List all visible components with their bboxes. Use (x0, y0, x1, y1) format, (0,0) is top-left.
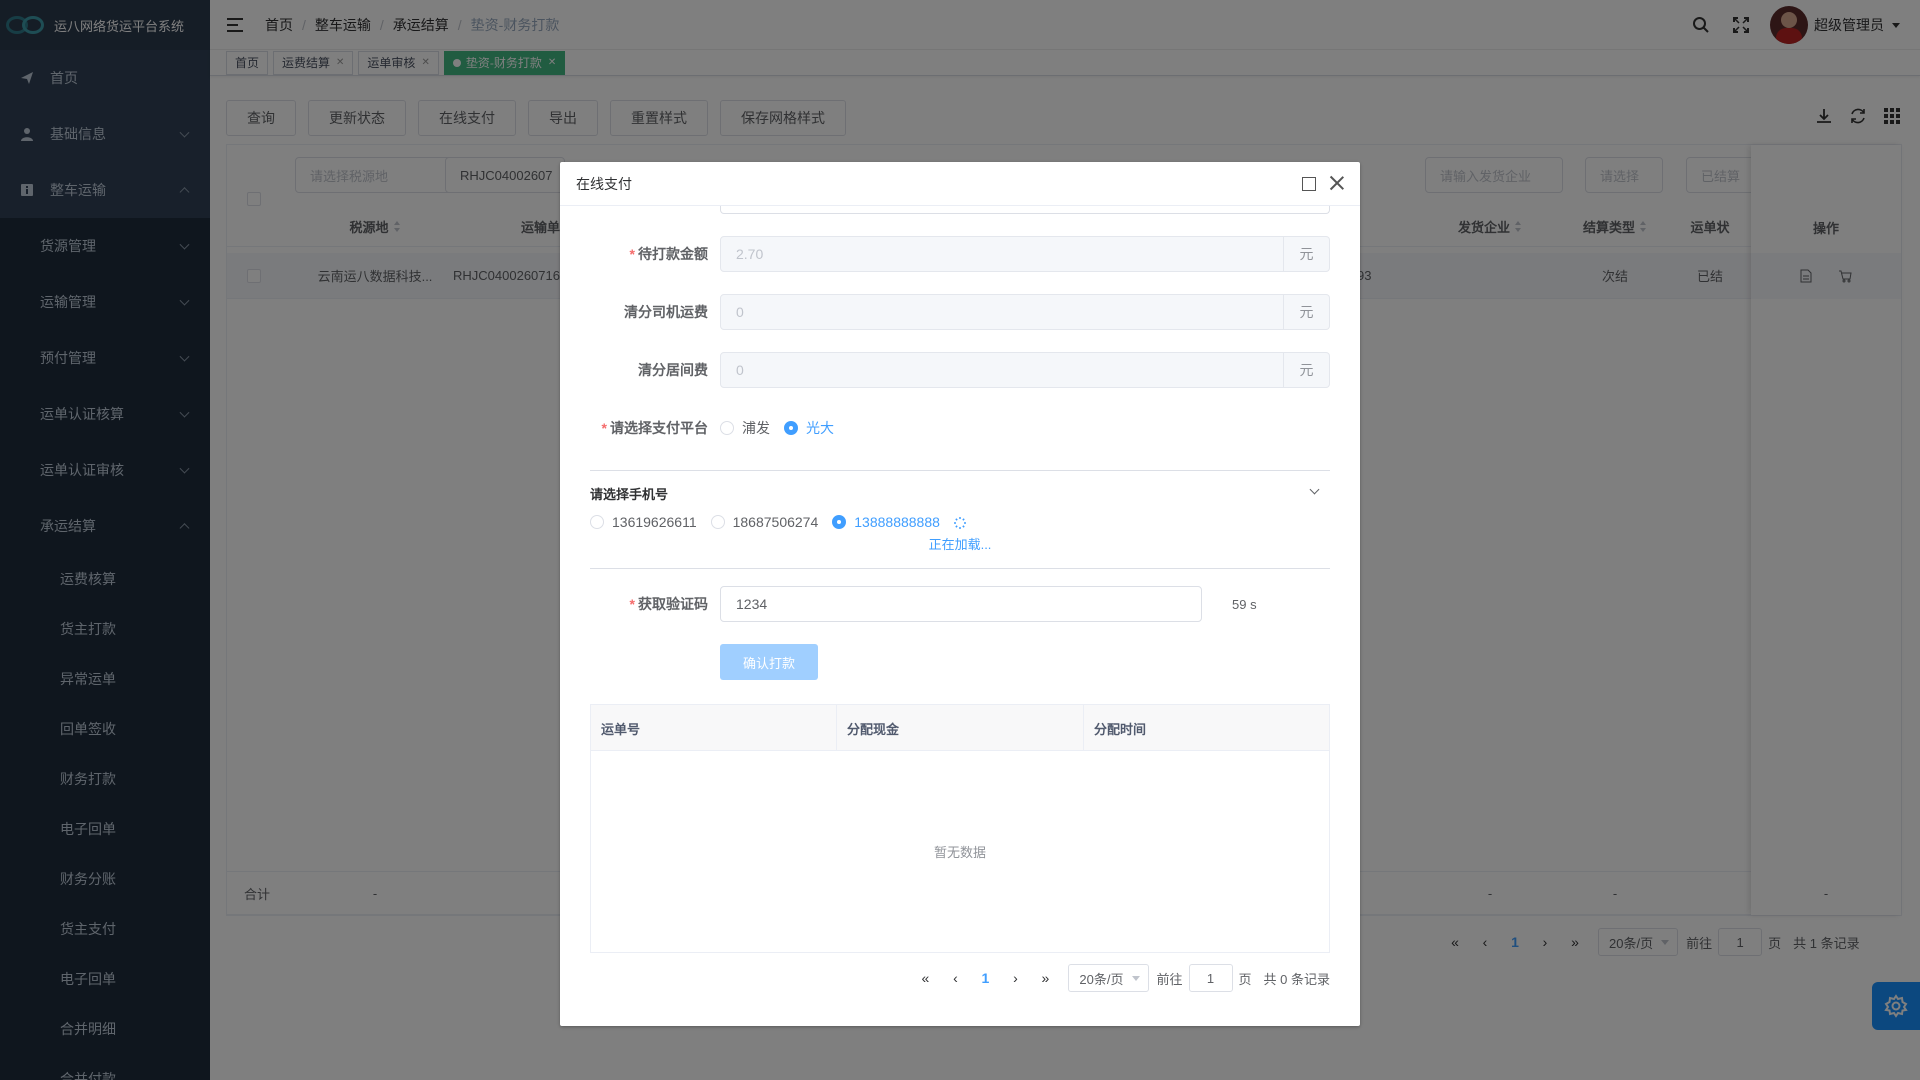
label-text: 请选择支付平台 (610, 420, 708, 436)
goto-page-input[interactable]: 1 (1188, 964, 1233, 992)
platform-radio-group: 浦发 光大 (720, 418, 848, 438)
radio-circle (784, 421, 798, 435)
amount-unit: 元 (1284, 236, 1330, 272)
radio-label: 光大 (806, 420, 834, 436)
last-page-icon[interactable]: » (1030, 970, 1060, 986)
broker-fee-unit: 元 (1284, 352, 1330, 388)
platform-radio-ceb[interactable]: 光大 (784, 418, 834, 438)
platform-row: * 请选择支付平台 浦发 光大 (560, 410, 1360, 446)
loading-text: 正在加载... (928, 537, 992, 552)
code-row: * 获取验证码 1234 59 s (560, 586, 1360, 622)
close-icon[interactable] (1328, 174, 1346, 192)
loading-indicator: 正在加载... (560, 516, 1360, 553)
required-mark: * (629, 596, 635, 612)
radio-label: 浦发 (742, 420, 770, 436)
broker-fee-label: 清分居间费 (638, 362, 708, 378)
page-number[interactable]: 1 (970, 970, 1000, 986)
goto-label: 前往 (1156, 971, 1183, 987)
first-page-icon[interactable]: « (910, 970, 940, 986)
driver-fee-label: 清分司机运费 (624, 304, 708, 320)
broker-fee-input-group: 0 元 (720, 352, 1330, 388)
col-allocated-cash: 分配现金 (837, 705, 1084, 751)
amount-input[interactable]: 2.70 (720, 236, 1284, 272)
radio-circle (720, 421, 734, 435)
verification-code-input[interactable]: 1234 (720, 586, 1202, 622)
driver-fee-input-group: 0 元 (720, 294, 1330, 330)
driver-fee-row: 清分司机运费 0 元 (560, 294, 1360, 330)
empty-text: 暂无数据 (933, 845, 986, 860)
scrolled-input-edge (720, 206, 1330, 214)
code-label: * 获取验证码 (560, 594, 708, 614)
divider (590, 568, 1330, 569)
broker-fee-input[interactable]: 0 (720, 352, 1284, 388)
table-header: 运单号 分配现金 分配时间 (591, 705, 1329, 751)
divider (590, 470, 1330, 471)
col-waybill-no: 运单号 (591, 705, 837, 751)
driver-fee-input[interactable]: 0 (720, 294, 1284, 330)
dialog-header: 在线支付 (560, 162, 1360, 206)
page-unit-label: 页 (1238, 971, 1252, 987)
maximize-icon[interactable] (1302, 177, 1316, 191)
col-allocated-time: 分配时间 (1094, 721, 1147, 737)
amount-input-group: 2.70 元 (720, 236, 1330, 272)
chevron-down-icon[interactable] (1309, 484, 1320, 495)
label-text: 获取验证码 (638, 596, 708, 612)
online-pay-dialog: 在线支付 * 待打款金额 2.70 元 清分司机运费 0 元 清分居间费 0 元… (560, 162, 1360, 1026)
dialog-pagination: « ‹ 1 › » 20条/页 前往 1 页 共 0 条记录 (910, 964, 1330, 992)
platform-radio-spdb[interactable]: 浦发 (720, 418, 770, 438)
dialog-title: 在线支付 (576, 175, 632, 192)
page-size-select[interactable]: 20条/页 (1068, 964, 1149, 992)
required-mark: * (629, 246, 635, 262)
amount-label: * 待打款金额 (560, 244, 708, 264)
confirm-payment-button[interactable]: 确认打款 (720, 644, 818, 680)
next-page-icon[interactable]: › (1000, 970, 1030, 986)
allocation-table: 运单号 分配现金 分配时间 暂无数据 (590, 704, 1330, 953)
platform-label: * 请选择支付平台 (560, 418, 708, 438)
countdown-text: 59 s (1232, 596, 1257, 612)
required-mark: * (601, 420, 607, 436)
prev-page-icon[interactable]: ‹ (940, 970, 970, 986)
dialog-body: * 待打款金额 2.70 元 清分司机运费 0 元 清分居间费 0 元 * 请选… (560, 206, 1360, 1026)
label-text: 待打款金额 (638, 246, 708, 262)
total-records: 共 0 条记录 (1263, 971, 1330, 987)
driver-fee-unit: 元 (1284, 294, 1330, 330)
broker-fee-row: 清分居间费 0 元 (560, 352, 1360, 388)
phone-collapse-title[interactable]: 请选择手机号 (590, 484, 668, 503)
loading-spinner-icon (954, 517, 966, 529)
amount-row: * 待打款金额 2.70 元 (560, 236, 1360, 272)
